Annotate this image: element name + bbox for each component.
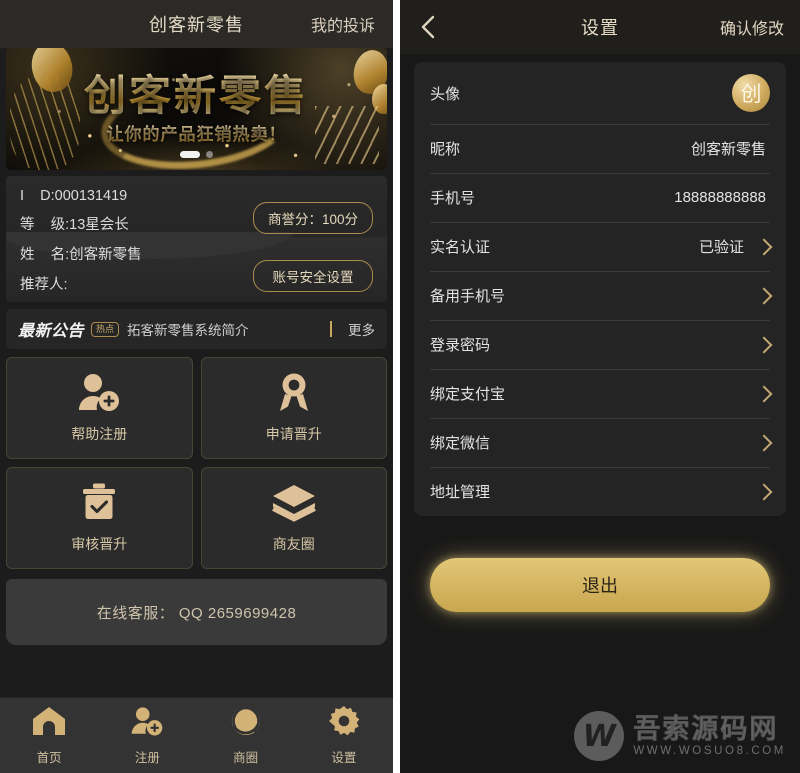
chevron-right-icon [755,287,773,304]
divider [330,321,332,337]
profile-level-label: 等 级: [20,217,70,233]
card-label: 申请晋升 [265,426,322,442]
banner-carousel[interactable]: 创客新零售 让你的产品狂销热卖！ [0,48,393,170]
profile-card: I D:000131419 等 级:13星会长 姓 名:创客新零售 推荐人: 商… [6,176,387,302]
profile-name-value: 创客新零售 [69,247,142,263]
bottom-navigation: 首页 注册 商圈 设置 [0,697,393,773]
profile-name-label: 姓 名: [20,247,70,263]
nav-label: 首页 [36,750,62,765]
card-label: 审核晋升 [71,536,128,552]
announcement-more-link[interactable]: 更多 [348,319,375,339]
nav-label: 商圈 [233,750,259,765]
row-label: 地址管理 [430,484,491,501]
home-icon [32,706,66,741]
carousel-dot-active[interactable] [180,151,200,158]
aperture-icon [229,705,263,741]
logout-area: 退出 [400,558,800,612]
chevron-right-icon [755,238,773,255]
user-add-icon [76,372,122,412]
settings-row-nickname[interactable]: 昵称 创客新零售 [414,124,786,173]
row-value: 已验证 [698,239,744,256]
logout-button[interactable]: 退出 [430,558,770,612]
settings-row-real-name-verification[interactable]: 实名认证 已验证 [414,222,786,271]
my-complaints-link[interactable]: 我的投诉 [311,12,375,36]
customer-service-text: 在线客服： QQ 2659699428 [96,604,297,622]
chevron-right-icon [755,483,773,500]
hot-badge: 热点 [91,321,120,337]
settings-row-phone[interactable]: 手机号 18888888888 [414,173,786,222]
settings-topbar: 设置 确认修改 [400,0,800,54]
nav-item-register[interactable]: 注册 [98,706,196,766]
nav-item-settings[interactable]: 设置 [295,705,393,766]
settings-row-avatar[interactable]: 头像 创 [414,62,786,124]
wosuo-logo-icon: W [574,711,625,761]
announcement-text[interactable]: 拓客新零售系统简介 [127,319,330,339]
settings-list: 头像 创 昵称 创客新零售 手机号 18888888888 实名认证 已验证 备… [414,62,786,516]
announcement-title: 最新公告 [18,323,85,340]
watermark: W 吾索源码网 WWW.WOSUO8.COM [574,711,786,761]
banner-subtitle: 让你的产品狂销热卖！ [6,120,387,145]
row-label: 手机号 [430,190,476,207]
nav-item-home[interactable]: 首页 [0,706,98,766]
banner-slide[interactable]: 创客新零售 让你的产品狂销热卖！ [6,48,387,170]
profile-referrer-label: 推荐人: [20,277,68,293]
row-label: 绑定微信 [430,435,491,452]
profile-id-value: 000131419 [54,188,128,204]
watermark-url: WWW.WOSUO8.COM [633,744,786,757]
profile-id-label: I D: [20,188,55,204]
row-label: 头像 [430,85,461,103]
watermark-cn: 吾索源码网 [633,713,779,744]
profile-level-value: 13星会长 [69,217,129,233]
nav-item-business-circle[interactable]: 商圈 [197,705,295,766]
card-label: 帮助注册 [71,426,128,442]
card-label: 商友圈 [272,536,315,552]
settings-row-bind-wechat[interactable]: 绑定微信 [414,418,786,467]
home-screen: 创客新零售 我的投诉 创客新零售 让你的产品狂销热卖！ I D:00013141… [0,0,393,773]
profile-actions: 商誉分：100分 账号安全设置 [252,202,373,302]
settings-row-bind-alipay[interactable]: 绑定支付宝 [414,369,786,418]
layers-icon [271,482,317,522]
row-label: 备用手机号 [430,288,506,305]
nav-label: 设置 [331,750,357,765]
settings-row-backup-phone[interactable]: 备用手机号 [414,271,786,320]
carousel-dot[interactable] [206,151,213,158]
home-topbar: 创客新零售 我的投诉 [0,0,393,48]
card-business-circle[interactable]: 商友圈 [200,467,387,569]
card-apply-promotion[interactable]: 申请晋升 [200,357,387,459]
chevron-right-icon [755,434,773,451]
row-label: 登录密码 [430,337,491,354]
panel-divider [393,0,400,773]
card-help-register[interactable]: 帮助注册 [6,357,193,459]
feature-grid: 帮助注册 申请晋升 审核晋升 商友圈 [6,357,387,569]
settings-row-login-password[interactable]: 登录密码 [414,320,786,369]
row-label: 实名认证 [430,239,491,256]
banner-title: 创客新零售 [6,62,387,123]
settings-screen: 设置 确认修改 头像 创 昵称 创客新零售 手机号 18888888888 实名… [400,0,800,773]
announcement-bar[interactable]: 最新公告 热点 拓客新零售系统简介 更多 [6,309,387,349]
medal-icon [271,372,317,412]
carousel-dots[interactable] [6,151,387,158]
user-add-icon [130,706,164,741]
gear-icon [328,705,360,741]
customer-service-bar[interactable]: 在线客服： QQ 2659699428 [6,579,387,645]
chevron-right-icon [755,385,773,402]
account-security-button[interactable]: 账号安全设置 [252,260,373,292]
clipboard-check-icon [76,482,122,522]
avatar[interactable]: 创 [732,74,770,112]
app-screenshot: 创客新零售 我的投诉 创客新零售 让你的产品狂销热卖！ I D:00013141… [0,0,800,773]
chevron-right-icon [755,336,773,353]
confirm-changes-button[interactable]: 确认修改 [720,15,784,39]
settings-row-address-management[interactable]: 地址管理 [414,467,786,516]
watermark-texts: 吾索源码网 WWW.WOSUO8.COM [633,713,786,757]
credit-score-button[interactable]: 商誉分：100分 [252,202,373,234]
card-review-promotion[interactable]: 审核晋升 [6,467,193,569]
row-label: 绑定支付宝 [430,386,506,403]
row-label: 昵称 [430,141,461,158]
nav-label: 注册 [134,750,160,765]
row-value: 创客新零售 [690,141,766,158]
row-value: 18888888888 [674,189,766,206]
